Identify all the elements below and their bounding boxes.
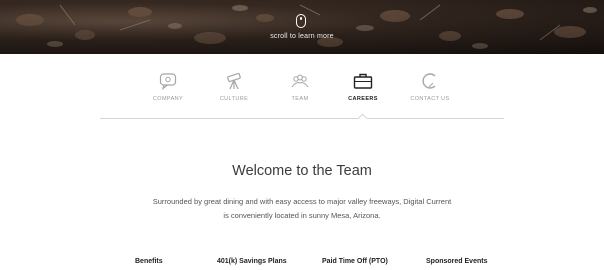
briefcase-icon <box>353 73 373 89</box>
telescope-icon <box>227 72 241 90</box>
benefits-row: Benefits 401(k) Savings Plans Paid Time … <box>0 258 604 270</box>
benefit-heading: Sponsored Events <box>426 258 488 265</box>
page-title: Welcome to the Team <box>232 163 372 179</box>
speech-bubble-icon <box>159 73 177 90</box>
section-nav: COMPANY CULTURE TEAM CAREERS CONTACT US <box>100 62 504 118</box>
nav-item-contact-us[interactable]: CONTACT US <box>400 72 460 102</box>
nav-label: CAREERS <box>348 96 378 102</box>
benefit-heading: 401(k) Savings Plans <box>217 258 287 265</box>
benefit-heading: Paid Time Off (PTO) <box>322 258 388 265</box>
mouse-icon[interactable] <box>296 14 306 28</box>
hero-banner: scroll to learn more <box>0 0 604 54</box>
nav-label: TEAM <box>291 96 309 102</box>
nav-item-team[interactable]: TEAM <box>270 72 330 102</box>
nav-item-culture[interactable]: CULTURE <box>204 72 264 102</box>
nav-label: COMPANY <box>152 96 184 102</box>
nav-label: CULTURE <box>219 96 249 102</box>
contact-c-icon <box>422 73 436 89</box>
nav-item-careers[interactable]: CAREERS <box>333 72 393 102</box>
scroll-hint[interactable]: scroll to learn more <box>252 33 352 40</box>
nav-divider <box>100 118 504 119</box>
team-icon <box>291 74 309 88</box>
intro-paragraph: Surrounded by great dining and with easy… <box>152 197 452 220</box>
nav-label: CONTACT US <box>410 96 450 102</box>
benefit-heading: Benefits <box>135 258 163 265</box>
nav-item-company[interactable]: COMPANY <box>138 72 198 102</box>
